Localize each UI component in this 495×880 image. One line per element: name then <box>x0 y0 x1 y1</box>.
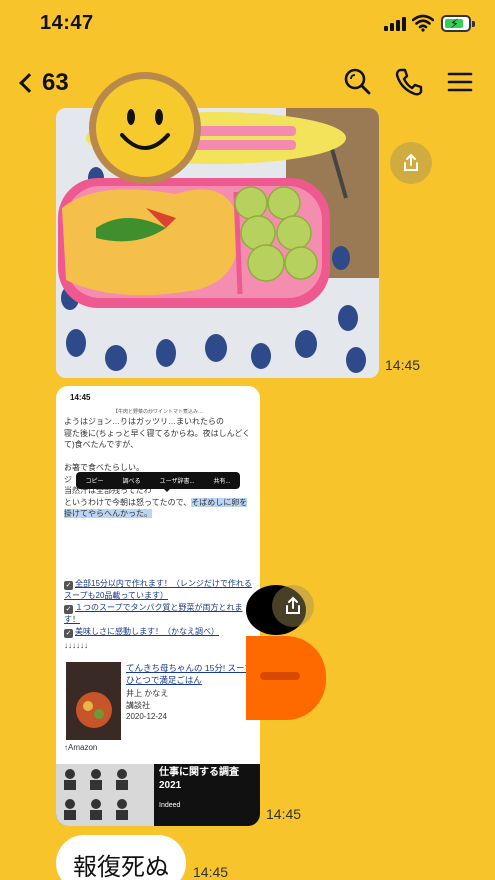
text-timestamp: 14:45 <box>193 864 229 880</box>
screenshot-time: 14:45 <box>70 393 91 402</box>
phone-icon[interactable] <box>393 66 425 98</box>
photo-share-button[interactable] <box>390 142 432 184</box>
link-1-text: 全部15分以内で作れます！（レンジだけで作れるスープも20品載っています） <box>64 579 252 600</box>
back-button[interactable]: 63 <box>16 66 86 100</box>
text-message: 報復死ぬ <box>73 854 169 880</box>
ad-title: 仕事に関する調査2021 <box>159 767 239 791</box>
book-publisher: 講談社 <box>126 701 150 710</box>
ctx-lookup: 調べる <box>122 479 141 485</box>
screenshot-message[interactable]: 14:45 【牛肉と野菜の炒ワイントマト煮込み… ようはジョン…りはガッツリ…ま… <box>56 386 260 826</box>
ad-subtitle: Indeed <box>159 802 181 809</box>
signal-icon <box>384 17 406 31</box>
smiley-face-icon <box>120 109 170 150</box>
screenshot-line-8: というわけで今朝は怒ってたので、そばめしに卵を <box>64 497 248 508</box>
link-1: ✓ 全部15分以内で作れます！（レンジだけで作れるスープも20品載っています） <box>64 578 254 601</box>
book-title: てんきち母ちゃんの 15分! スープひとつで満足ごはん <box>126 663 253 685</box>
ad-banner: 仕事に関する調査2021 Indeed <box>56 764 260 826</box>
menu-icon[interactable] <box>444 66 476 98</box>
chevron-left-icon <box>19 73 39 93</box>
screenshot-line-1: ようはジョン…りはガッツリ…まいれたらの <box>64 417 224 426</box>
book-cover <box>66 662 121 740</box>
selected-text-2: 掛けてやらへんかった。 <box>64 509 152 518</box>
screenshot-line-8-text: というわけで今朝は怒ってたので、 <box>64 498 192 507</box>
link-3-text: 美味しさに感動します！（かなえ調べ） <box>75 627 219 636</box>
battery-icon: ⚡ <box>441 15 475 32</box>
text-message-bubble[interactable]: 報復死ぬ <box>56 835 186 880</box>
wifi-icon <box>412 14 434 32</box>
ctx-user-dict: ユーザ辞書... <box>159 479 195 485</box>
screenshot-status-bar: 14:45 <box>56 386 260 408</box>
chat-header: 63 <box>0 56 495 184</box>
sticker-face <box>246 636 326 720</box>
link-2: ✓ １つのスープでタンパク質と野菜が両方とれます！ <box>64 602 254 625</box>
screenshot-line-3: て)食べたんですが、 <box>64 440 139 449</box>
book-author: 井上 かなえ <box>126 689 169 698</box>
share-icon <box>404 153 418 171</box>
link-3: ✓ 美味しさに感動します！（かなえ調べ） <box>64 626 254 638</box>
down-arrows: ↓↓↓↓↓↓ <box>64 641 88 650</box>
link-2-text: １つのスープでタンパク質と野菜が両方とれます！ <box>64 603 243 624</box>
screenshot-timestamp: 14:45 <box>266 806 302 822</box>
unread-count: 63 <box>42 69 69 96</box>
checkbox-icon: ✓ <box>64 581 73 590</box>
screenshot-line-6: ジ <box>64 475 72 484</box>
ad-image <box>56 764 154 826</box>
ctx-share: 共有... <box>213 479 231 485</box>
ctx-copy: コピー <box>85 479 104 485</box>
status-time: 14:47 <box>40 12 94 34</box>
context-menu: コピー 調べる ユーザ辞書... 共有... <box>76 472 240 492</box>
book-source: ↑Amazon <box>64 743 98 752</box>
search-icon[interactable] <box>341 66 373 98</box>
checkbox-icon: ✓ <box>64 629 73 638</box>
photo-timestamp: 14:45 <box>385 357 421 373</box>
screenshot-share-button[interactable] <box>272 585 314 627</box>
checkbox-icon: ✓ <box>64 605 73 614</box>
book-date: 2020-12-24 <box>126 712 167 721</box>
screenshot-line-9: 掛けてやらへんかった。 <box>64 508 152 519</box>
status-bar: 14:47 ⚡ <box>0 0 495 48</box>
screenshot-line-2: 寝た後に(ちょっと早く寝てるからね。夜はしんどく <box>64 429 251 438</box>
selected-text: そばめしに卵を <box>191 498 248 507</box>
avatar[interactable] <box>89 72 201 184</box>
share-icon <box>286 596 300 614</box>
